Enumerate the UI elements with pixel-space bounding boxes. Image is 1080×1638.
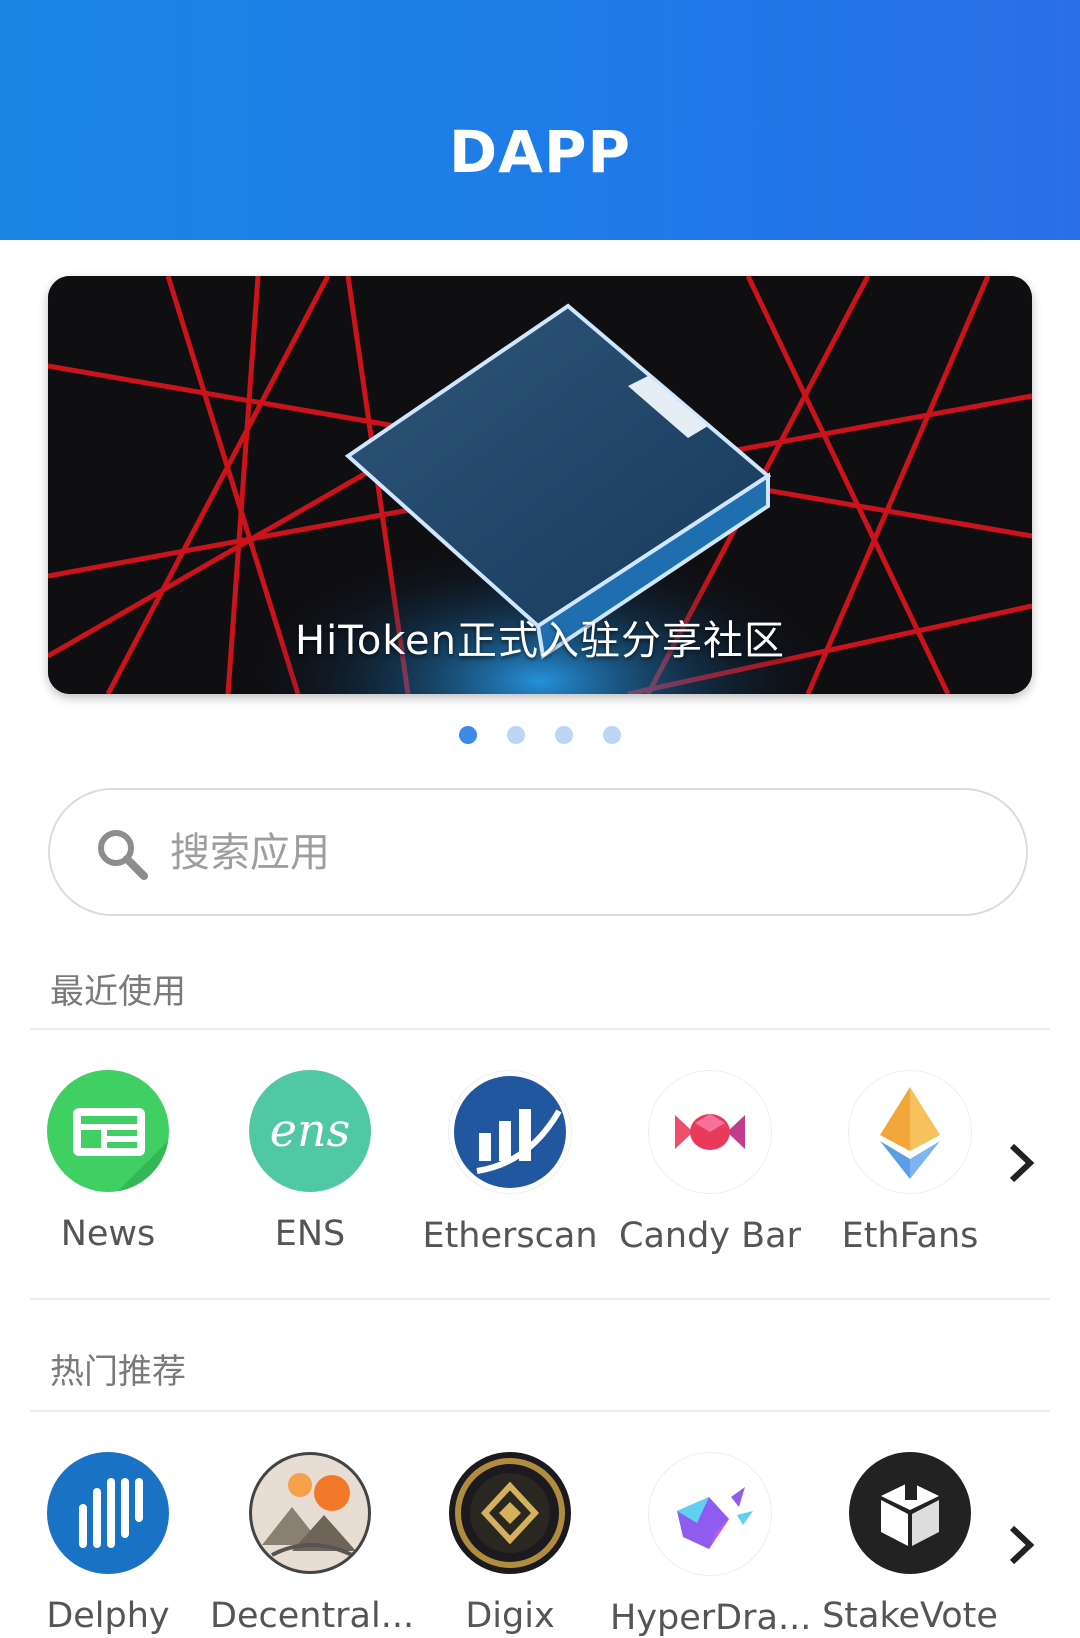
ens-icon: ens bbox=[249, 1070, 371, 1192]
divider bbox=[30, 1298, 1050, 1300]
app-name: Etherscan bbox=[422, 1216, 598, 1256]
app-name: News bbox=[60, 1214, 156, 1254]
page-title: DAPP bbox=[448, 118, 632, 186]
decentraland-icon bbox=[249, 1452, 371, 1574]
app-hyperdragons[interactable]: HyperDra... bbox=[610, 1452, 812, 1638]
app-stakevote[interactable]: StakeVote bbox=[810, 1452, 1010, 1636]
carousel-indicator bbox=[0, 726, 1080, 744]
delphy-icon bbox=[47, 1452, 169, 1574]
stakevote-icon bbox=[849, 1452, 971, 1574]
hot-section-label: 热门推荐 bbox=[50, 1352, 186, 1392]
app-name: Decentral... bbox=[210, 1596, 415, 1636]
hyperdragons-icon bbox=[648, 1452, 772, 1576]
ethfans-icon bbox=[848, 1070, 972, 1194]
app-candy-bar[interactable]: Candy Bar bbox=[610, 1070, 810, 1256]
app-delphy[interactable]: Delphy bbox=[8, 1452, 208, 1636]
app-digix[interactable]: Digix bbox=[410, 1452, 610, 1636]
app-name: ENS bbox=[274, 1214, 346, 1254]
etherscan-icon bbox=[448, 1070, 572, 1194]
app-name: StakeVote bbox=[822, 1596, 998, 1636]
digix-icon bbox=[449, 1452, 571, 1574]
search-input[interactable] bbox=[168, 814, 972, 892]
app-news[interactable]: News bbox=[8, 1070, 208, 1254]
app-name: Delphy bbox=[46, 1596, 170, 1636]
candy-bar-icon bbox=[648, 1070, 772, 1194]
news-icon bbox=[47, 1070, 169, 1192]
app-decentraland[interactable]: Decentral... bbox=[210, 1452, 415, 1636]
carousel-dot[interactable] bbox=[555, 726, 573, 744]
chevron-right-icon[interactable] bbox=[1000, 1138, 1040, 1188]
carousel-dot[interactable] bbox=[507, 726, 525, 744]
search-icon bbox=[94, 826, 150, 886]
carousel-dot[interactable] bbox=[459, 726, 477, 744]
chevron-right-icon[interactable] bbox=[1000, 1520, 1040, 1570]
divider bbox=[30, 1410, 1050, 1412]
app-name: Candy Bar bbox=[619, 1216, 801, 1256]
app-name: HyperDra... bbox=[610, 1598, 812, 1638]
app-ethfans[interactable]: EthFans bbox=[810, 1070, 1010, 1256]
app-ens[interactable]: ens ENS bbox=[210, 1070, 410, 1254]
app-name: Digix bbox=[465, 1596, 555, 1636]
svg-text:ens: ens bbox=[270, 1103, 350, 1157]
app-etherscan[interactable]: Etherscan bbox=[410, 1070, 610, 1256]
app-header: DAPP bbox=[0, 0, 1080, 240]
recent-section-label: 最近使用 bbox=[50, 972, 186, 1012]
app-name: EthFans bbox=[841, 1216, 979, 1256]
banner-carousel[interactable]: HiToken正式入驻分享社区 bbox=[48, 276, 1032, 694]
search-bar[interactable] bbox=[48, 788, 1028, 916]
banner-caption: HiToken正式入驻分享社区 bbox=[295, 618, 785, 664]
divider bbox=[30, 1028, 1050, 1030]
carousel-dot[interactable] bbox=[603, 726, 621, 744]
